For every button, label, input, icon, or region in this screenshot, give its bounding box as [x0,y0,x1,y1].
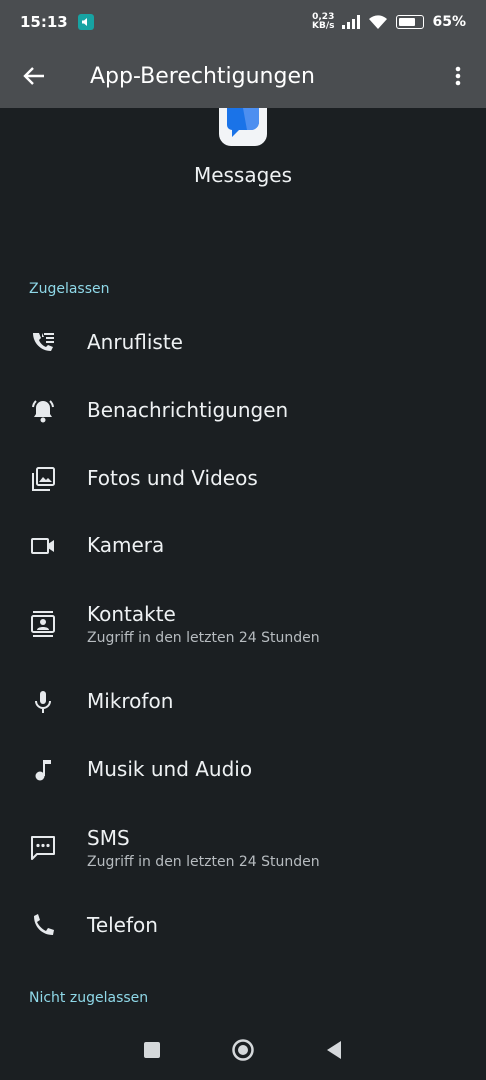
app-name: Messages [193,163,293,187]
permission-label: Kontakte [87,602,176,626]
permission-subtext: Zugriff in den letzten 24 Stunden [87,854,320,870]
call-log-icon [33,333,54,351]
videocam-icon [31,538,54,554]
permission-row-camera[interactable]: Kamera [0,516,486,576]
microphone-icon [35,691,51,713]
permission-label: Telefon [87,913,158,937]
permission-row-contacts[interactable]: Kontakte Zugriff in den letzten 24 Stund… [0,596,486,666]
section-allowed-header: Zugelassen [29,281,110,297]
recents-button[interactable] [143,1041,161,1059]
signal-icon [342,15,361,29]
permission-label: Mikrofon [87,689,174,713]
permission-subtext: Zugriff in den letzten 24 Stunden [87,630,320,646]
permission-row-music-audio[interactable]: Musik und Audio [0,740,486,800]
network-speed: 0,23 KB/s [312,13,334,31]
battery-percent: 65% [432,14,466,30]
permission-label: Musik und Audio [87,757,253,781]
status-bar: 15:13 0,23 KB/s 65% [0,0,486,44]
more-vert-icon [455,66,461,86]
page-title: App-Berechtigungen [90,63,315,89]
home-button[interactable] [231,1038,255,1062]
permission-row-call-log[interactable]: Anrufliste [0,313,486,373]
back-nav-button[interactable] [325,1040,343,1060]
volume-notification-icon [77,14,94,30]
permission-label: Fotos und Videos [87,466,258,490]
permission-row-photos-videos[interactable]: Fotos und Videos [0,449,486,509]
more-options-button[interactable] [446,58,470,94]
network-speed-unit: KB/s [312,21,335,31]
contacts-icon [31,611,55,637]
app-bar: App-Berechtigungen [0,44,486,108]
back-button[interactable] [16,58,52,94]
wifi-icon [369,14,388,29]
permission-row-sms[interactable]: SMS Zugriff in den letzten 24 Stunden [0,820,486,890]
permission-row-notifications[interactable]: Benachrichtigungen [0,381,486,441]
messages-app-icon [219,108,267,146]
permission-label: Benachrichtigungen [87,398,289,422]
permission-row-phone[interactable]: Telefon [0,896,486,956]
permission-row-microphone[interactable]: Mikrofon [0,672,486,732]
permission-label: Anrufliste [87,330,183,354]
section-not-allowed-header: Nicht zugelassen [29,990,149,1006]
arrow-back-icon [23,67,44,85]
phone-icon [34,914,54,935]
battery-icon [396,15,425,29]
music-note-icon [35,760,51,781]
permission-label: SMS [87,826,130,850]
status-time: 15:13 [20,13,68,31]
sms-icon [31,836,55,860]
permission-label: Kamera [87,533,165,557]
notification-bell-icon [32,400,54,423]
navigation-bar [0,1020,486,1080]
photos-icon [32,467,55,491]
